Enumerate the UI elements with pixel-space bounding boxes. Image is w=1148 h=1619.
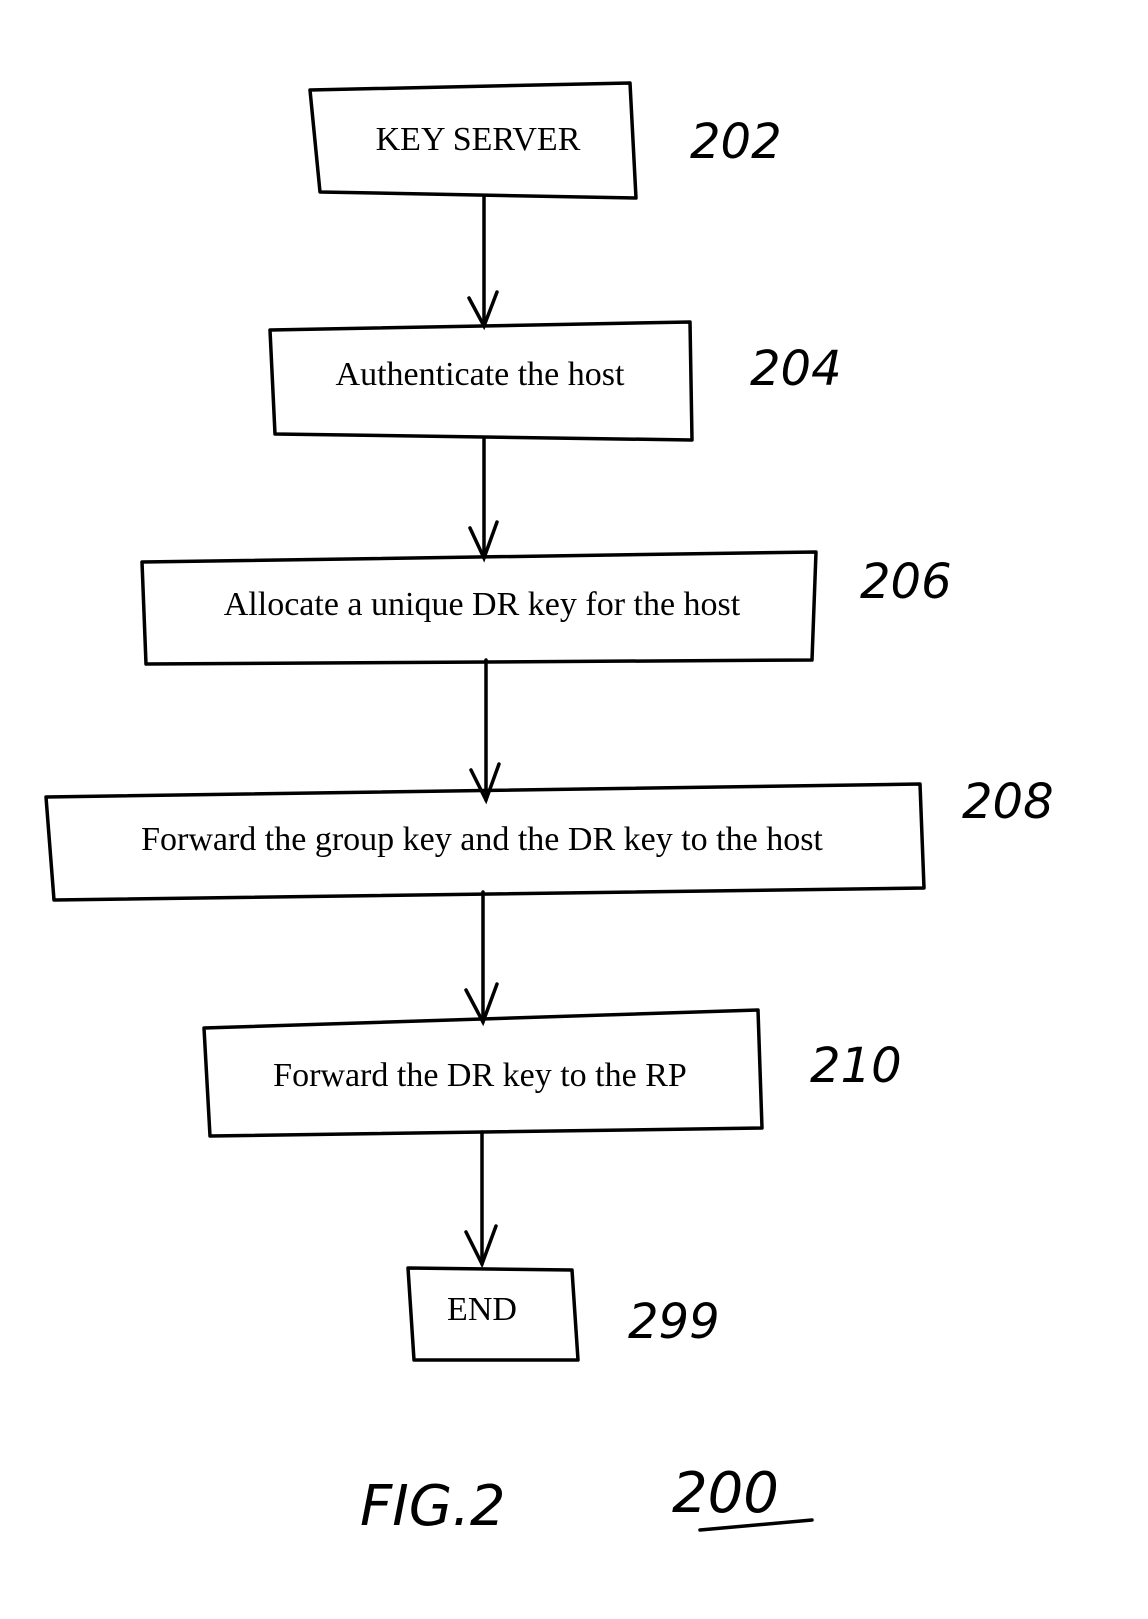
arrow-210-299 <box>464 1130 498 1269</box>
step-label: Allocate a unique DR key for the host <box>224 586 741 623</box>
ref-number-206: 206 <box>860 554 952 610</box>
step-label: KEY SERVER <box>376 121 581 158</box>
step-authenticate-host: Authenticate the host <box>268 320 694 442</box>
figure-number: 200 <box>672 1461 779 1526</box>
ref-number-202: 202 <box>690 114 782 170</box>
step-end: END <box>406 1266 580 1362</box>
ref-number-204: 204 <box>750 341 842 397</box>
step-key-server: KEY SERVER <box>308 81 638 200</box>
figure-label: FIG.2 <box>360 1474 506 1539</box>
arrow-208-210 <box>464 890 499 1027</box>
ref-number-210: 210 <box>810 1038 902 1094</box>
flowchart: KEY SERVER 202 Authenticate the host 204… <box>44 81 1054 1539</box>
ref-number-208: 208 <box>962 774 1054 830</box>
step-label: Authenticate the host <box>336 356 625 393</box>
arrow-202-204 <box>467 194 499 331</box>
step-label: END <box>447 1291 517 1328</box>
step-label: Forward the group key and the DR key to … <box>141 821 823 858</box>
arrow-204-206 <box>468 436 499 563</box>
arrow-206-208 <box>469 658 501 805</box>
step-allocate-dr-key: Allocate a unique DR key for the host <box>140 550 818 666</box>
step-label: Forward the DR key to the RP <box>273 1057 687 1094</box>
ref-number-299: 299 <box>628 1294 720 1350</box>
step-forward-dr-key-to-rp: Forward the DR key to the RP <box>202 1008 764 1138</box>
